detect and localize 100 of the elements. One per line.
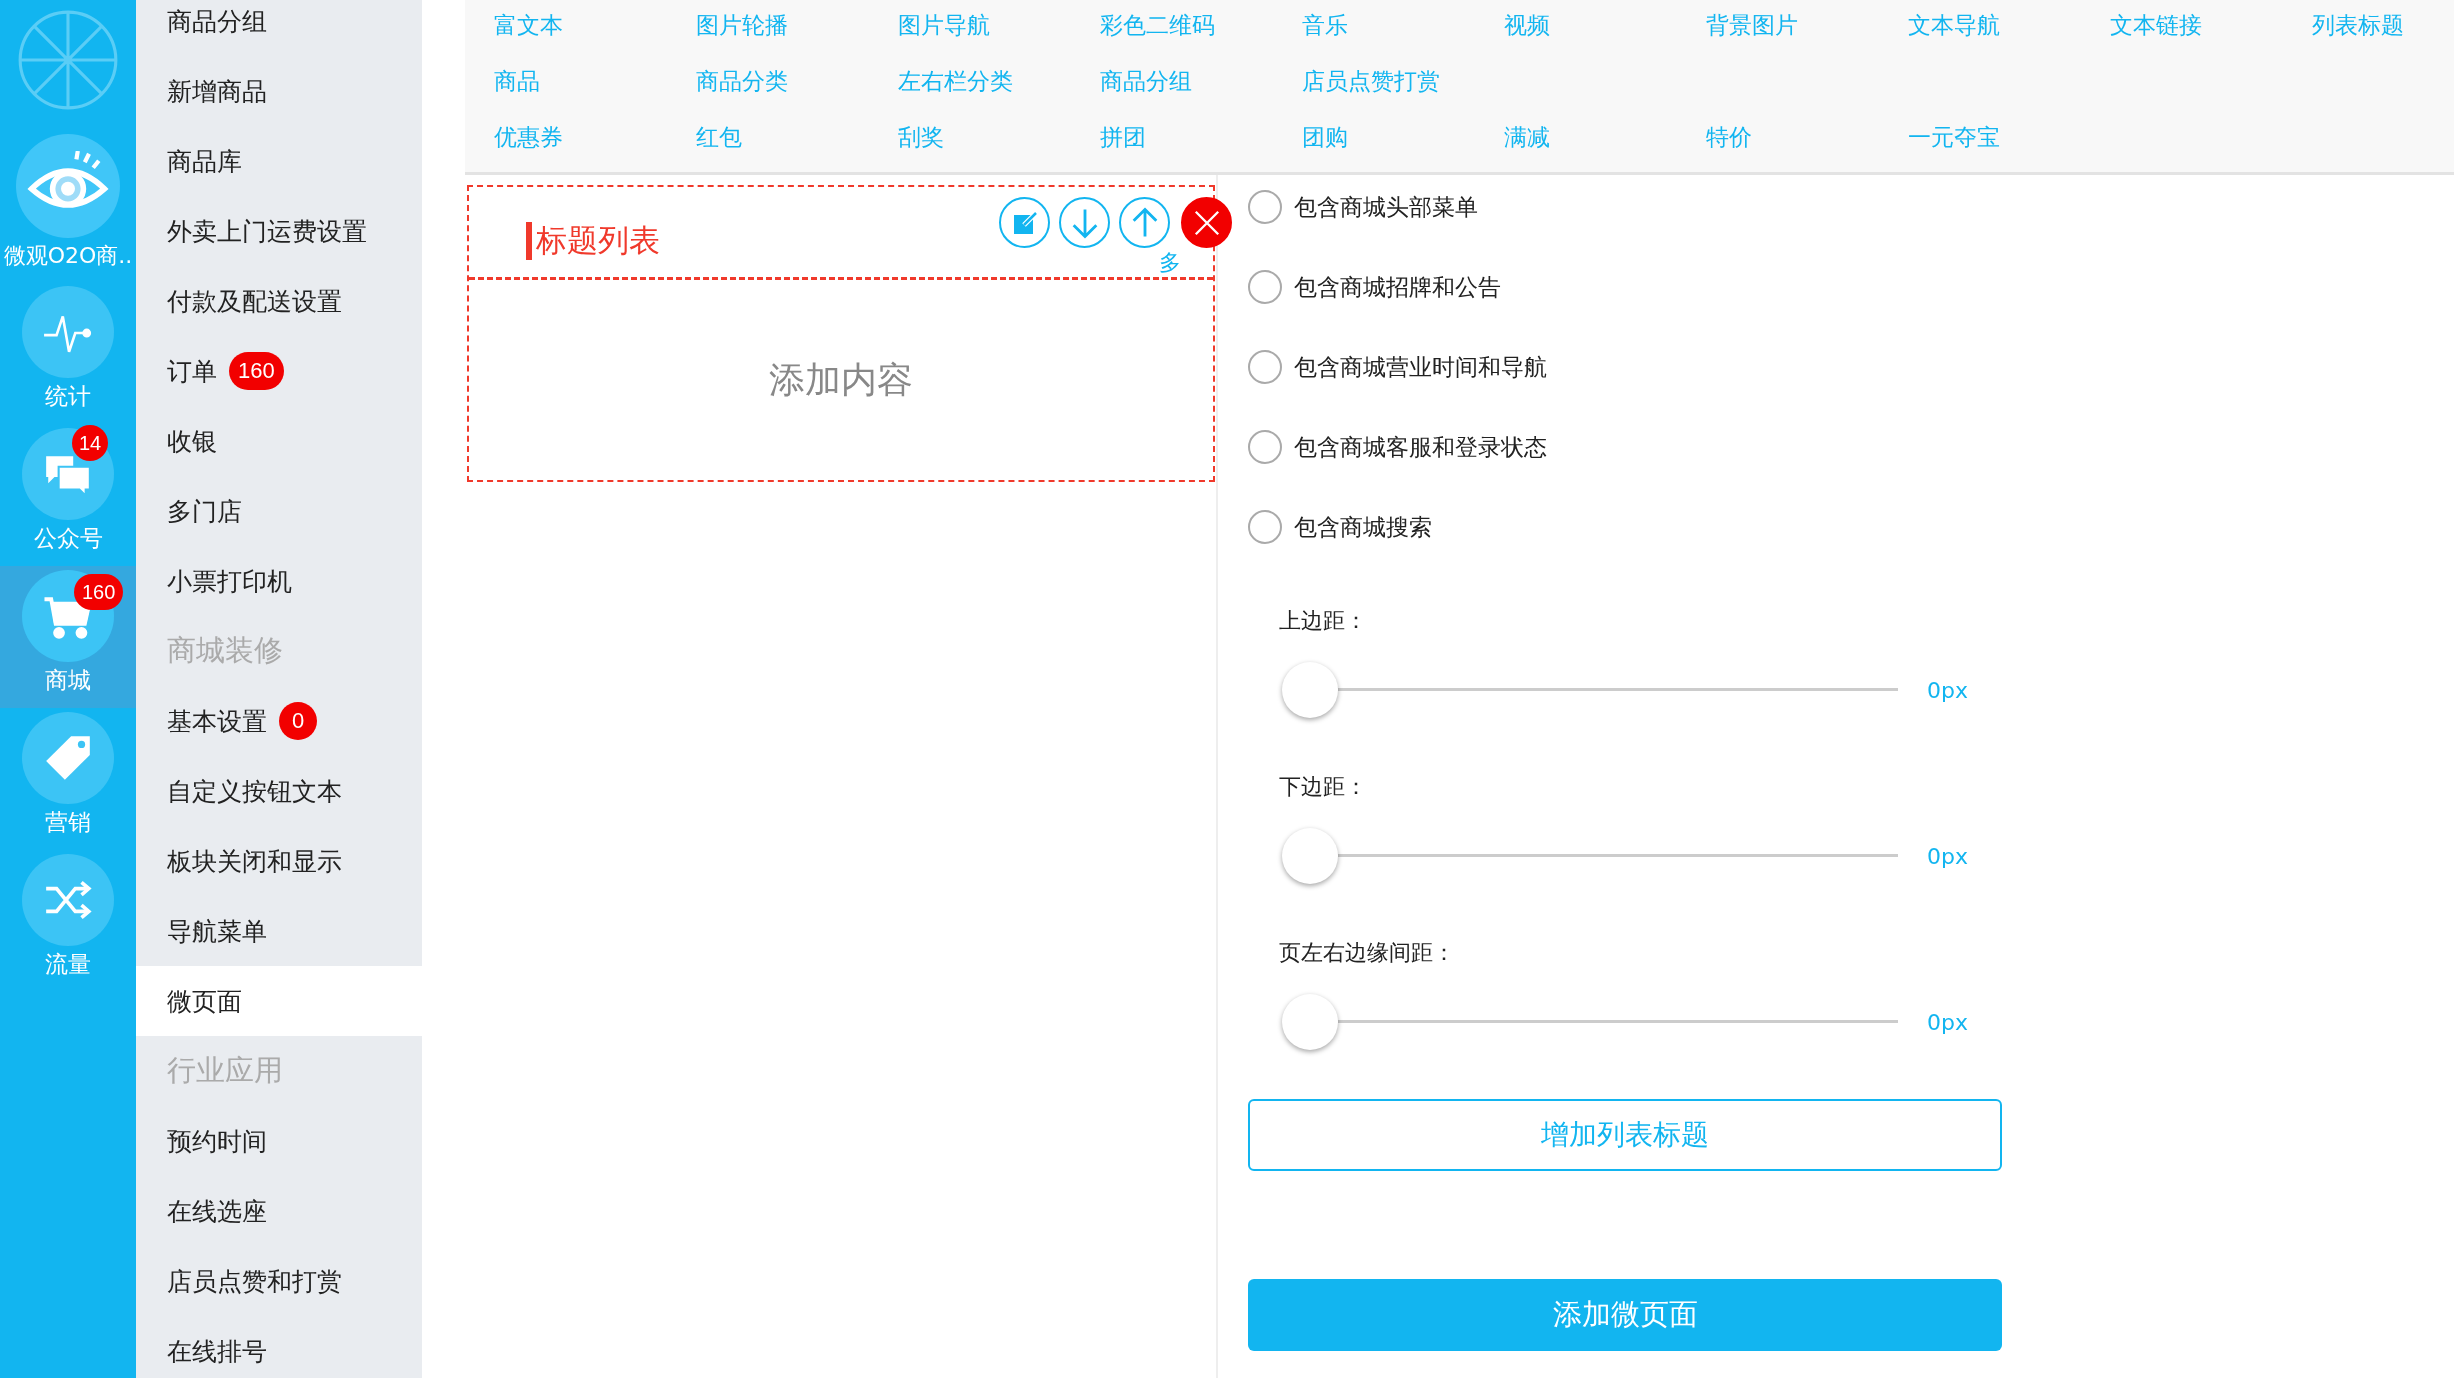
component-link[interactable]: 商品 (494, 65, 540, 97)
submenu-item[interactable]: 收银 (136, 406, 422, 476)
close-icon (1192, 208, 1221, 237)
component-link[interactable]: 音乐 (1302, 9, 1348, 41)
submenu-label: 基本设置 (167, 705, 267, 738)
submenu-item[interactable]: 导航菜单 (136, 896, 422, 966)
submenu-item[interactable]: 商品库 (136, 126, 422, 196)
add-page-button[interactable]: 添加微页面 (1248, 1279, 2002, 1351)
count-badge: 0 (279, 702, 317, 740)
submenu-item[interactable]: 外卖上门运费设置 (136, 196, 422, 266)
option-label: 包含商城搜索 (1294, 512, 1432, 542)
component-link[interactable]: 富文本 (494, 9, 563, 41)
component-link[interactable]: 特价 (1706, 121, 1752, 153)
submenu-label: 多门店 (167, 495, 242, 528)
submenu-item[interactable]: 店员点赞和打赏 (136, 1246, 422, 1316)
submenu-item[interactable]: 自定义按钮文本 (136, 756, 422, 826)
close-button[interactable] (1181, 197, 1232, 248)
submenu-label: 预约时间 (167, 1125, 267, 1158)
submenu-label: 外卖上门运费设置 (167, 215, 367, 248)
component-link[interactable]: 图片轮播 (696, 9, 788, 41)
submenu-label: 新增商品 (167, 75, 267, 108)
count-badge: 160 (74, 574, 124, 610)
rail-label: 营销 (45, 808, 91, 837)
rail-item[interactable]: 公众号 14 (0, 424, 136, 566)
slider-label: 页左右边缘间距： (1279, 939, 1456, 967)
menu-section-heading: 商城装修 (166, 632, 284, 669)
move-down-button[interactable] (1059, 197, 1110, 248)
component-link[interactable]: 优惠券 (494, 121, 563, 153)
component-link[interactable]: 店员点赞打赏 (1302, 65, 1440, 97)
empty-content-text: 添加内容 (769, 357, 913, 402)
rail-label: 统计 (45, 382, 91, 411)
title-accent-bar (526, 222, 532, 260)
submenu-label: 店员点赞和打赏 (167, 1265, 342, 1298)
rail-label: 流量 (45, 950, 91, 979)
rail-item[interactable]: 统计 (0, 282, 136, 424)
component-link[interactable]: 拼团 (1100, 121, 1146, 153)
rail-label: 微观O2O商.. (3, 242, 133, 270)
submenu-label: 小票打印机 (167, 565, 292, 598)
slider-label: 上边距： (1279, 607, 1368, 635)
component-link[interactable]: 列表标题 (2312, 9, 2404, 41)
submenu-item[interactable]: 付款及配送设置 (136, 266, 422, 336)
submenu-item[interactable]: 新增商品 (136, 56, 422, 126)
rail-item[interactable]: 营销 (0, 708, 136, 850)
submenu-item[interactable]: 微页面 (136, 966, 422, 1036)
radio-button[interactable] (1248, 270, 1282, 304)
radio-button[interactable] (1248, 190, 1282, 224)
radio-button[interactable] (1248, 350, 1282, 384)
submenu-item[interactable]: 小票打印机 (136, 546, 422, 616)
rail-label: 商城 (45, 666, 91, 695)
submenu-item[interactable]: 在线排号 (136, 1316, 422, 1378)
component-link[interactable]: 刮奖 (898, 121, 944, 153)
submenu-item[interactable]: 商品分组 (136, 0, 422, 56)
submenu-item[interactable]: 在线选座 (136, 1176, 422, 1246)
submenu-label: 商品库 (167, 145, 242, 178)
count-badge: 160 (229, 352, 284, 390)
logo-icon (16, 8, 120, 112)
component-link[interactable]: 彩色二维码 (1100, 9, 1215, 41)
component-link[interactable]: 商品分类 (696, 65, 788, 97)
component-link[interactable]: 图片导航 (898, 9, 990, 41)
component-link[interactable]: 红包 (696, 121, 742, 153)
slider-handle[interactable] (1282, 828, 1338, 884)
submenu-label: 导航菜单 (167, 915, 267, 948)
submenu-item[interactable]: 多门店 (136, 476, 422, 546)
edit-button[interactable] (999, 197, 1050, 248)
submenu-label: 在线选座 (167, 1195, 267, 1228)
component-link[interactable]: 团购 (1302, 121, 1348, 153)
submenu-label: 收银 (167, 425, 217, 458)
submenu-label: 商品分组 (167, 5, 267, 38)
submenu-label: 板块关闭和显示 (167, 845, 342, 878)
submenu-label: 自定义按钮文本 (167, 775, 342, 808)
option-label: 包含商城营业时间和导航 (1294, 352, 1547, 382)
submenu-label: 微页面 (167, 985, 242, 1018)
submenu-label: 订单 (167, 355, 217, 388)
rail-item[interactable]: 商城 160 (0, 566, 136, 708)
slider-handle[interactable] (1282, 662, 1338, 718)
submenu-item[interactable]: 预约时间 (136, 1106, 422, 1176)
component-link[interactable]: 文本链接 (2110, 9, 2202, 41)
component-link[interactable]: 商品分组 (1100, 65, 1192, 97)
menu-section-heading: 行业应用 (166, 1052, 284, 1089)
radio-button[interactable] (1248, 510, 1282, 544)
more-link[interactable]: 多 (1159, 251, 1181, 275)
component-link[interactable]: 一元夺宝 (1908, 121, 2000, 153)
component-link[interactable]: 文本导航 (1908, 9, 2000, 41)
radio-button[interactable] (1248, 430, 1282, 464)
component-link[interactable]: 左右栏分类 (898, 65, 1013, 97)
move-up-button[interactable] (1119, 197, 1170, 248)
submenu-label: 在线排号 (167, 1335, 267, 1368)
rail-item[interactable]: 微观O2O商.. (0, 112, 136, 282)
component-link[interactable]: 视频 (1504, 9, 1550, 41)
rail-label: 公众号 (33, 524, 103, 553)
submenu-item[interactable]: 订单 160 (136, 336, 422, 406)
component-link[interactable]: 满减 (1504, 121, 1550, 153)
add-title-button[interactable]: 增加列表标题 (1248, 1099, 2002, 1171)
submenu-item[interactable]: 板块关闭和显示 (136, 826, 422, 896)
slider-handle[interactable] (1282, 994, 1338, 1050)
component-link[interactable]: 背景图片 (1706, 9, 1798, 41)
section-title: 标题列表 (536, 221, 660, 260)
submenu-item[interactable]: 基本设置 0 (136, 686, 422, 756)
slider-value: 0px (1927, 1009, 1968, 1035)
rail-item[interactable]: 流量 (0, 850, 136, 992)
